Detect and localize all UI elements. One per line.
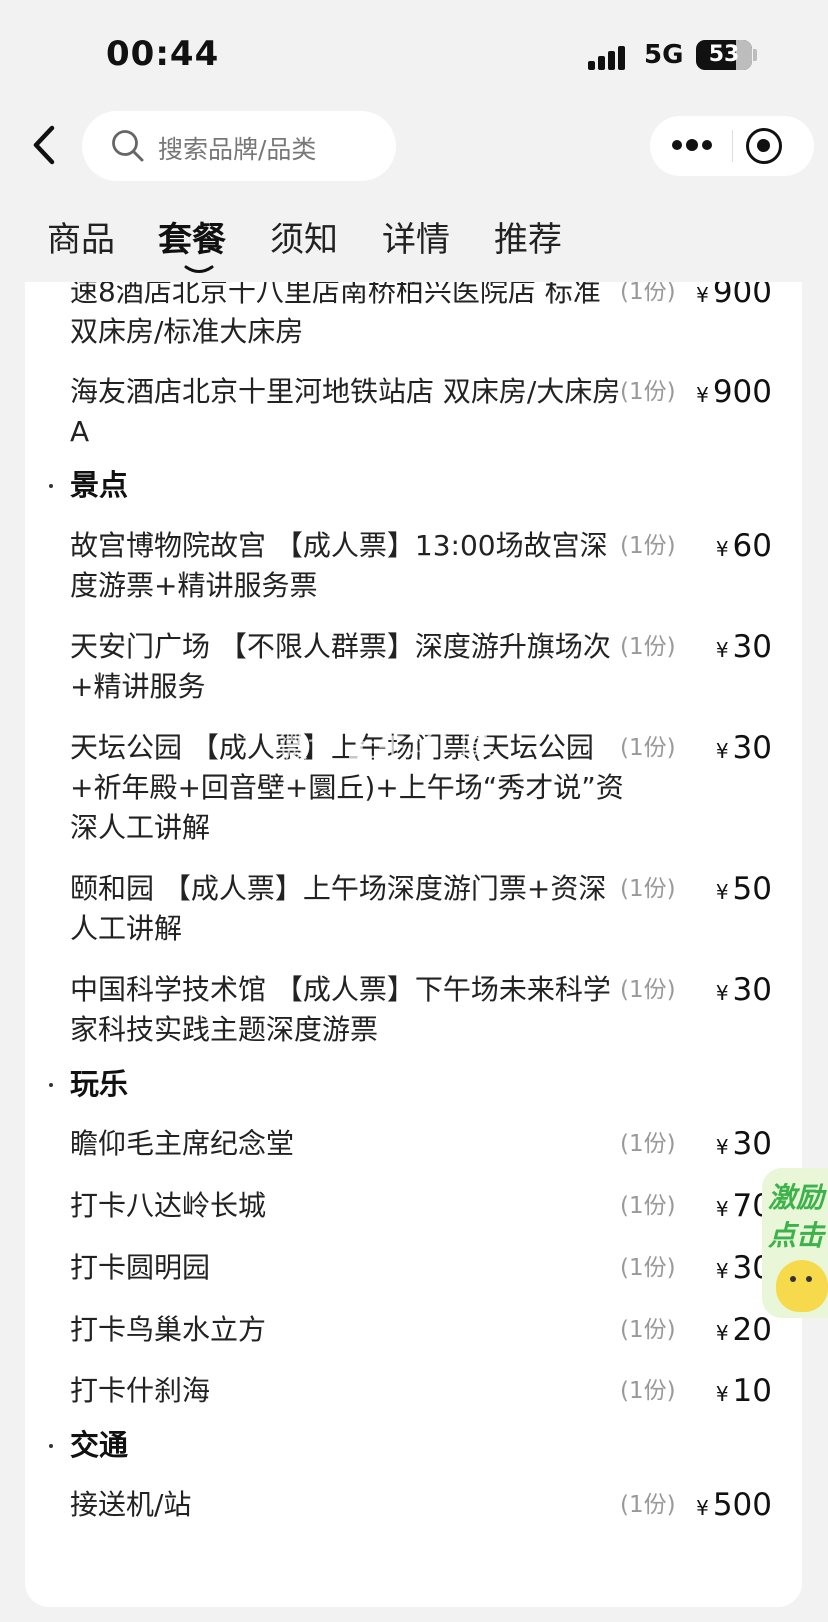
item-qty: (1份) [620,1193,676,1219]
currency-symbol: ¥ [715,880,729,904]
item-price: ¥10 [716,1371,772,1414]
item-qty: (1份) [620,1317,676,1343]
section-title: 交通 [70,1428,129,1462]
item-qty: (1份) [620,1378,676,1404]
bullet-dot [49,1444,53,1448]
price-value: 900 [712,374,772,410]
item-name: 打卡鸟巢水立方 [70,1313,267,1346]
price-value: 30 [732,1126,772,1162]
item-qty: (1份) [620,1255,676,1281]
price-value: 900 [712,282,772,310]
currency-symbol: ¥ [715,1382,729,1406]
price-value: 60 [732,528,772,564]
item-qty: (1份) [620,533,676,559]
item-price: ¥30 [716,627,772,670]
currency-symbol: ¥ [715,739,729,763]
item-name: 瞻仰毛主席纪念堂 [70,1127,295,1160]
section-header-fun: 玩乐 [25,1064,802,1104]
active-tab-indicator [184,265,214,273]
item-name: 海友酒店北京十里河地铁站店 双床房/大床房A [70,375,621,448]
item-qty: (1份) [620,282,676,305]
search-icon [112,130,144,162]
item-qty: (1份) [620,876,676,902]
search-input[interactable]: 搜索品牌/品类 [82,111,396,181]
back-arrow-icon[interactable] [22,120,72,170]
more-options-button[interactable] [650,116,732,176]
floating-promo-widget[interactable]: 激励 点击 [762,1168,828,1318]
mini-program-capsule [650,116,814,176]
tab-products[interactable]: 商品 [47,212,115,261]
currency-symbol: ¥ [696,383,709,407]
currency-symbol: ¥ [715,1259,729,1283]
item-price: ¥500 [696,1485,772,1528]
section-title: 景点 [70,468,129,502]
item-price: ¥30 [716,970,772,1013]
item-qty: (1份) [620,379,676,405]
price-value: 50 [732,871,772,907]
item-name: 故宫博物院故宫 【成人票】13:00场故宫深度游票+精讲服务票 [70,529,608,602]
item-name: 打卡八达岭长城 [70,1189,267,1222]
bullet-dot [49,484,53,488]
price-value: 30 [732,629,772,665]
price-value: 30 [732,730,772,766]
item-qty: (1份) [620,977,676,1003]
item-name: 速8酒店北京十八里店南桥柏兴医院店 标准双床房/标准大床房 [70,282,601,348]
price-value: 30 [732,972,772,1008]
search-placeholder: 搜索品牌/品类 [158,135,317,164]
price-value: 500 [712,1487,772,1523]
item-name: 打卡什刹海 [70,1374,211,1407]
chick-mascot-icon [776,1260,828,1312]
section-header-transport: 交通 [25,1425,802,1465]
item-name: 颐和园 【成人票】上午场深度游门票+资深人工讲解 [70,872,607,945]
currency-symbol: ¥ [696,1496,709,1520]
status-bar: 00:44 5G 53 [0,0,828,110]
battery-tip [753,49,757,61]
section-header-attractions: 景点 [25,465,802,505]
currency-symbol: ¥ [715,1197,729,1221]
item-name: 中国科学技术馆 【成人票】下午场未来科学家科技实践主题深度游票 [70,973,611,1046]
item-qty: (1份) [620,1131,676,1157]
currency-symbol: ¥ [715,537,729,561]
tab-package[interactable]: 套餐 [158,212,226,261]
currency-symbol: ¥ [715,981,729,1005]
promo-line1: 激励 [768,1181,825,1214]
tab-notice[interactable]: 须知 [270,212,338,261]
currency-symbol: ¥ [715,1135,729,1159]
battery-icon: 53 [696,40,752,70]
item-qty: (1份) [620,1492,676,1518]
section-title: 玩乐 [70,1067,129,1101]
item-qty: (1份) [620,634,676,660]
signal-icon [588,44,632,70]
item-price: ¥900 [696,282,772,315]
status-time: 00:44 [106,34,220,74]
item-name: 天安门广场 【不限人群票】深度游升旗场次+精讲服务 [70,630,611,703]
item-price: ¥60 [716,526,772,569]
item-price: ¥900 [696,372,772,415]
tab-bar: 商品 套餐 须知 详情 推荐 [0,212,828,282]
currency-symbol: ¥ [715,1321,729,1345]
package-list: 速8酒店北京十八里店南桥柏兴医院店 标准双床房/标准大床房 (1份) ¥900 … [25,282,802,1607]
promo-line2: 点击 [768,1219,825,1252]
tab-recommend[interactable]: 推荐 [494,212,562,261]
capsule-divider [732,130,733,162]
item-price: ¥30 [716,1124,772,1167]
item-name: 天坛公园 【成人票】上午场门票(天坛公园+祈年殿+回音壁+圜丘)+上午场“秀才说… [70,731,624,844]
close-mini-program-button[interactable] [746,128,782,164]
item-price: ¥30 [716,728,772,771]
bullet-dot [49,1083,53,1087]
network-label: 5G [644,40,684,70]
currency-symbol: ¥ [696,283,709,307]
item-qty: (1份) [620,735,676,761]
battery-level: 53 [708,42,740,67]
item-name: 打卡圆明园 [70,1251,211,1284]
tab-details[interactable]: 详情 [382,212,450,261]
item-name: 接送机/站 [70,1488,192,1521]
price-value: 10 [732,1373,772,1409]
item-price: ¥50 [716,869,772,912]
currency-symbol: ¥ [715,638,729,662]
